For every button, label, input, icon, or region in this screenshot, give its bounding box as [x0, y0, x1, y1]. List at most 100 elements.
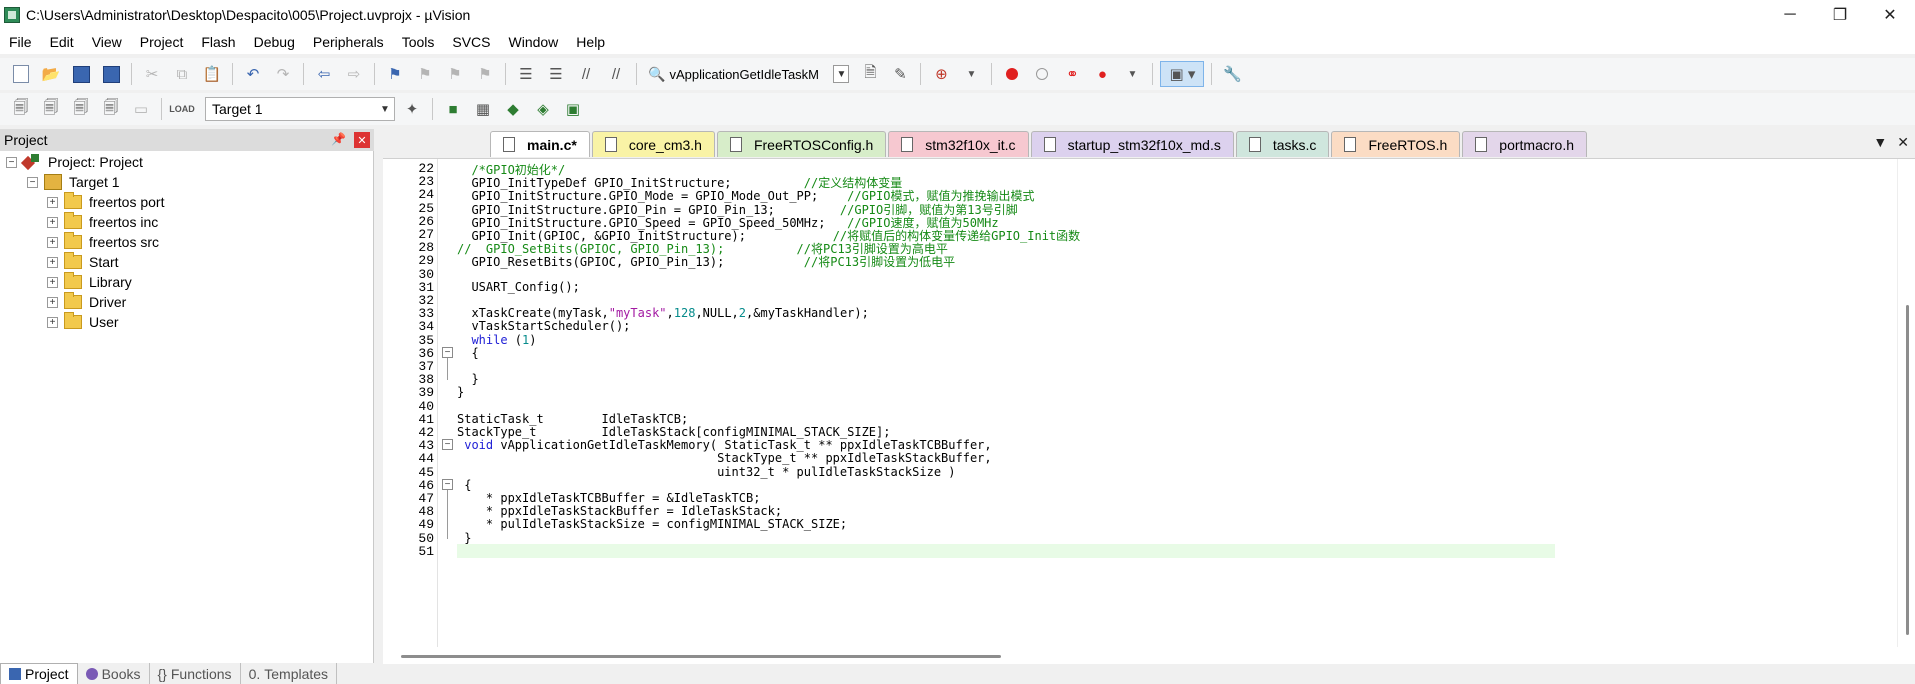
menu-project[interactable]: Project [131, 34, 193, 50]
batch-build-icon[interactable]: 🗐 [98, 96, 124, 122]
code-line[interactable]: * ppxIdleTaskStackBuffer = IdleTaskStack… [457, 504, 782, 518]
code-line[interactable]: // GPIO_SetBits(GPIOC, GPIO_Pin_13); //将… [457, 240, 948, 256]
redo-icon[interactable]: ↷ [270, 61, 296, 87]
target-options-icon[interactable]: ✦ [399, 96, 425, 122]
stop-build-icon[interactable]: ▭ [128, 96, 154, 122]
file-extensions-icon[interactable]: ▦ [470, 96, 496, 122]
prev-bookmark-icon[interactable]: ⚑ [412, 61, 438, 87]
close-pane-icon[interactable]: ✕ [354, 132, 370, 148]
menu-debug[interactable]: Debug [245, 34, 304, 50]
new-file-icon[interactable] [8, 61, 34, 87]
code-line[interactable]: } [457, 372, 478, 386]
manage-run-time-icon[interactable]: ◆ [500, 96, 526, 122]
menu-file[interactable]: File [0, 34, 41, 50]
code-line[interactable]: xTaskCreate(myTask,"myTask",128,NULL,2,&… [457, 306, 868, 320]
tab-main-c[interactable]: main.c* [490, 131, 590, 157]
horizontal-scrollbar[interactable] [383, 647, 1915, 664]
code-line[interactable]: } [457, 531, 471, 545]
undo-icon[interactable]: ↶ [240, 61, 266, 87]
code-line[interactable]: vTaskStartScheduler(); [457, 319, 630, 333]
expand-icon[interactable]: + [47, 256, 58, 268]
code-line[interactable]: GPIO_Init(GPIOC, &GPIO_InitStructure); /… [457, 227, 1080, 243]
rebuild-icon[interactable]: 🗐 [68, 96, 94, 122]
code-line[interactable]: { [457, 346, 478, 360]
expand-icon[interactable]: + [47, 216, 58, 228]
tab-tasks-c[interactable]: tasks.c [1235, 131, 1330, 157]
code-line[interactable]: GPIO_ResetBits(GPIOC, GPIO_Pin_13); //将P… [457, 253, 955, 269]
code-line[interactable]: * ppxIdleTaskTCBBuffer = &IdleTaskTCB; [457, 491, 761, 505]
restore-button[interactable]: ❐ [1815, 0, 1865, 30]
tab-list-dropdown-icon[interactable]: ▼ [1873, 134, 1887, 151]
menu-view[interactable]: View [83, 34, 131, 50]
unindent-icon[interactable]: ☰ [543, 61, 569, 87]
navigate-back-icon[interactable]: ⇦ [311, 61, 337, 87]
collapse-icon[interactable]: − [6, 156, 17, 168]
code-line[interactable]: GPIO_InitTypeDef GPIO_InitStructure; //定… [457, 174, 902, 190]
minimize-button[interactable]: ─ [1765, 0, 1815, 30]
code-area[interactable]: /*GPIO初始化*/ GPIO_InitTypeDef GPIO_InitSt… [457, 159, 1827, 647]
tree-group-user[interactable]: + User [47, 311, 119, 333]
target-select[interactable]: Target 1 ▼ [205, 97, 395, 121]
menu-peripherals[interactable]: Peripherals [304, 34, 393, 50]
collapse-icon[interactable]: − [27, 176, 38, 188]
translate-icon[interactable]: 🗐 [8, 96, 34, 122]
code-line[interactable]: GPIO_InitStructure.GPIO_Pin = GPIO_Pin_1… [457, 201, 1017, 217]
save-icon[interactable] [68, 61, 94, 87]
tab-stm32f10x-it-c[interactable]: stm32f10x_it.c [888, 131, 1029, 157]
find-function-combo[interactable]: 🔍 vApplicationGetIdleTaskM ▼ [644, 61, 853, 87]
debug-dropdown-icon[interactable]: ▼ [958, 61, 984, 87]
window-layout-icon[interactable]: ▣ ▾ [1160, 61, 1205, 87]
code-editor[interactable]: 22 23 24 25 26 27 28 29 30 31 32 33 34 35 36 37 38 39 40 41… [383, 158, 1915, 664]
chevron-down-icon[interactable]: ▼ [833, 65, 850, 83]
tab-templates[interactable]: 0. Templates [241, 663, 338, 684]
build-icon[interactable]: 🗐 [38, 96, 64, 122]
expand-icon[interactable]: + [47, 236, 58, 248]
find-icon[interactable]: 🗎 [857, 61, 883, 87]
bookmark-icon[interactable]: ⚑ [382, 61, 408, 87]
vertical-scroll-thumb[interactable] [1906, 305, 1909, 635]
expand-icon[interactable]: + [47, 276, 58, 288]
kill-breakpoints-icon[interactable]: ⚭ [1059, 61, 1085, 87]
menu-help[interactable]: Help [567, 34, 614, 50]
tab-functions[interactable]: {} Functions [150, 663, 241, 684]
breakpoints-dropdown-icon[interactable]: ▼ [1119, 61, 1145, 87]
open-folder-icon[interactable]: 📂 [38, 61, 64, 87]
indent-icon[interactable]: ☰ [513, 61, 539, 87]
disable-all-breakpoints-icon[interactable]: ● [1089, 61, 1115, 87]
tab-core-cm3-h[interactable]: core_cm3.h [591, 131, 715, 157]
tree-group-freertos-port[interactable]: + freertos port [47, 191, 164, 213]
tab-project[interactable]: Project [0, 663, 78, 684]
code-line[interactable] [457, 543, 1555, 558]
incremental-find-icon[interactable]: ✎ [887, 61, 913, 87]
code-line[interactable]: } [457, 385, 464, 399]
tree-group-start[interactable]: + Start [47, 251, 119, 273]
vertical-scrollbar[interactable] [1897, 159, 1915, 647]
tree-group-freertos-src[interactable]: + freertos src [47, 231, 159, 253]
tab-freertosconfig-h[interactable]: FreeRTOSConfig.h [716, 131, 887, 157]
tab-books[interactable]: Books [78, 663, 150, 684]
code-line[interactable]: GPIO_InitStructure.GPIO_Mode = GPIO_Mode… [457, 187, 1034, 203]
tab-portmacro-h[interactable]: portmacro.h [1462, 131, 1587, 157]
code-line[interactable]: while (1) [457, 333, 536, 347]
code-line[interactable]: * pulIdleTaskStackSize = configMINIMAL_S… [457, 517, 847, 531]
menu-window[interactable]: Window [500, 34, 568, 50]
navigate-forward-icon[interactable]: ⇨ [341, 61, 367, 87]
debug-session-icon[interactable]: ⊕ [928, 61, 954, 87]
clear-bookmarks-icon[interactable]: ⚑ [472, 61, 498, 87]
code-line[interactable]: void vApplicationGetIdleTaskMemory( Stat… [457, 438, 991, 452]
close-tab-icon[interactable]: ✕ [1897, 134, 1909, 151]
fold-toggle-icon[interactable]: − [442, 478, 453, 490]
next-bookmark-icon[interactable]: ⚑ [442, 61, 468, 87]
pack-installer-icon[interactable]: ▣ [560, 96, 586, 122]
disable-breakpoint-icon[interactable] [1029, 61, 1055, 87]
fold-toggle-icon[interactable]: − [442, 346, 453, 358]
fold-toggle-icon[interactable]: − [442, 439, 453, 451]
tree-target[interactable]: − Target 1 [27, 171, 120, 193]
copy-icon[interactable]: ⧉ [169, 61, 195, 87]
download-load-icon[interactable]: LOAD [169, 96, 195, 122]
tree-root-project[interactable]: − Project: Project [6, 151, 143, 173]
tree-group-freertos-inc[interactable]: + freertos inc [47, 211, 158, 233]
tree-group-library[interactable]: + Library [47, 271, 132, 293]
expand-icon[interactable]: + [47, 296, 58, 308]
code-line[interactable]: StaticTask_t IdleTaskTCB; [457, 412, 688, 426]
